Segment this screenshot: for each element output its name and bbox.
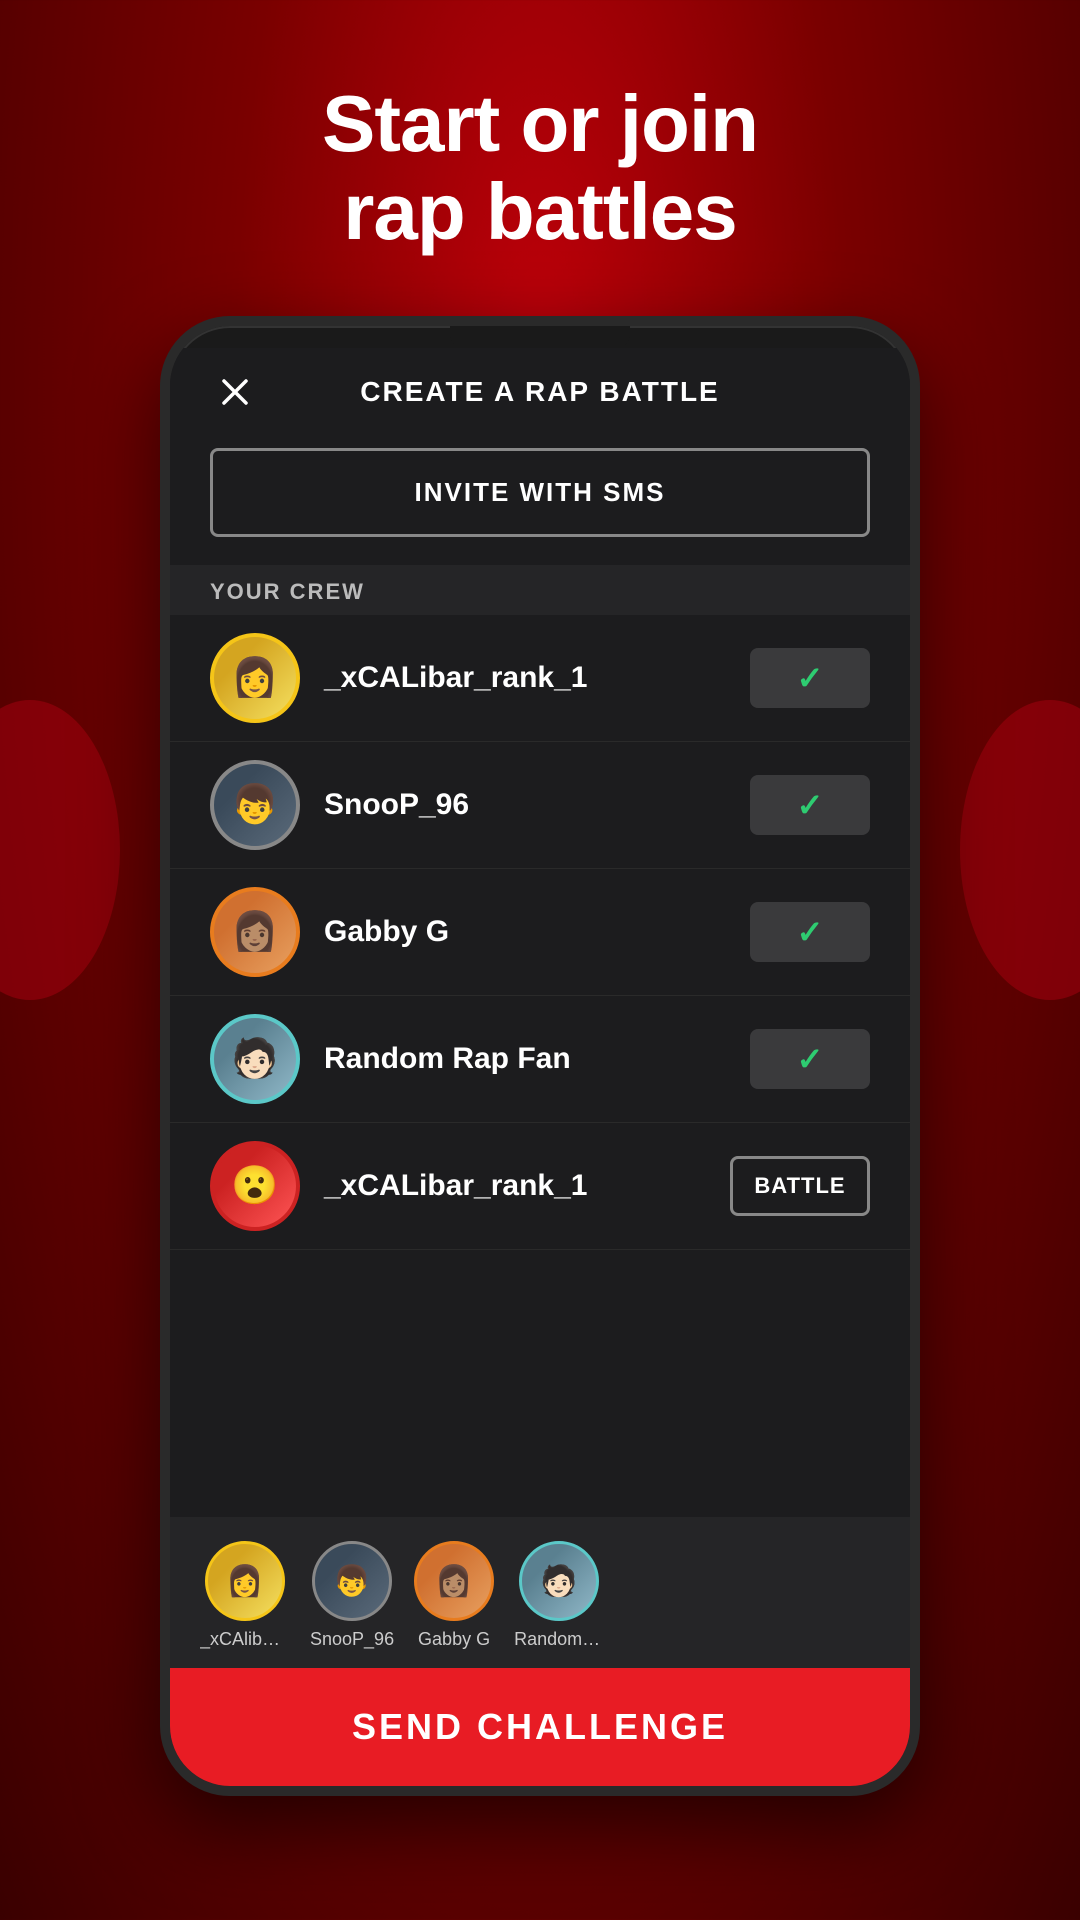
close-button[interactable] [210, 367, 260, 417]
battle-button[interactable]: BATTLE [730, 1156, 870, 1216]
phone-notch [450, 326, 630, 348]
select-crew-button[interactable]: ✓ [750, 902, 870, 962]
selected-crew-item: 🧑🏻 Random Ra.. [514, 1541, 604, 1650]
invite-btn-wrapper: INVITE WITH SMS [170, 428, 910, 565]
crew-member-name: _xCALibar_rank_1 [324, 661, 750, 695]
avatar: 👦 [210, 760, 300, 850]
send-challenge-button[interactable]: SEND CHALLENGE [170, 1668, 910, 1786]
screen-header: CREATE A RAP BATTLE [170, 348, 910, 428]
crew-item: 👦 SnooP_96 ✓ [170, 742, 910, 869]
selected-avatar: 👩🏽 [414, 1541, 494, 1621]
selected-crew-item: 👦 SnooP_96 [310, 1541, 394, 1650]
crew-item: 🧑🏻 Random Rap Fan ✓ [170, 996, 910, 1123]
selected-crew-name: SnooP_96 [310, 1629, 394, 1650]
invite-sms-button[interactable]: INVITE WITH SMS [210, 448, 870, 537]
crew-member-name: Gabby G [324, 915, 750, 949]
selected-crew-name: Random Ra.. [514, 1629, 604, 1650]
crew-item: 😮 _xCALibar_rank_1 BATTLE [170, 1123, 910, 1250]
hero-title-line2: rap battles [343, 167, 737, 256]
selected-avatar: 👦 [312, 1541, 392, 1621]
checkmark-icon: ✓ [797, 913, 824, 951]
close-icon [220, 377, 250, 407]
crew-member-name: SnooP_96 [324, 788, 750, 822]
avatar: 😮 [210, 1141, 300, 1231]
phone-shell: CREATE A RAP BATTLE INVITE WITH SMS YOUR… [160, 316, 920, 1796]
selected-crew-item: 👩 _xCAlibar_r [200, 1541, 290, 1650]
section-your-crew: YOUR CREW [170, 565, 910, 615]
hero-title-line1: Start or join [322, 79, 758, 168]
checkmark-icon: ✓ [797, 786, 824, 824]
checkmark-icon: ✓ [797, 659, 824, 697]
avatar: 👩🏽 [210, 887, 300, 977]
hero-title: Start or join rap battles [322, 80, 758, 256]
screen: CREATE A RAP BATTLE INVITE WITH SMS YOUR… [170, 348, 910, 1786]
deco-left [0, 700, 120, 1000]
selected-crew-bar: 👩 _xCAlibar_r 👦 SnooP_96 👩🏽 Gabby G 🧑🏻 [170, 1517, 910, 1668]
crew-item: 👩🏽 Gabby G ✓ [170, 869, 910, 996]
selected-avatar: 👩 [205, 1541, 285, 1621]
avatar: 👩 [210, 633, 300, 723]
select-crew-button[interactable]: ✓ [750, 775, 870, 835]
crew-member-name: _xCALibar_rank_1 [324, 1169, 730, 1203]
select-crew-button[interactable]: ✓ [750, 648, 870, 708]
crew-member-name: Random Rap Fan [324, 1042, 750, 1076]
deco-right [960, 700, 1080, 1000]
selected-crew-name: _xCAlibar_r [200, 1629, 290, 1650]
selected-crew-name: Gabby G [418, 1629, 490, 1650]
selected-crew-item: 👩🏽 Gabby G [414, 1541, 494, 1650]
crew-item: 👩 _xCALibar_rank_1 ✓ [170, 615, 910, 742]
avatar: 🧑🏻 [210, 1014, 300, 1104]
crew-list: 👩 _xCALibar_rank_1 ✓ 👦 SnooP_96 ✓ [170, 615, 910, 1517]
select-crew-button[interactable]: ✓ [750, 1029, 870, 1089]
selected-avatar: 🧑🏻 [519, 1541, 599, 1621]
battle-btn-label: BATTLE [754, 1173, 845, 1199]
screen-title: CREATE A RAP BATTLE [360, 376, 719, 408]
checkmark-icon: ✓ [797, 1040, 824, 1078]
